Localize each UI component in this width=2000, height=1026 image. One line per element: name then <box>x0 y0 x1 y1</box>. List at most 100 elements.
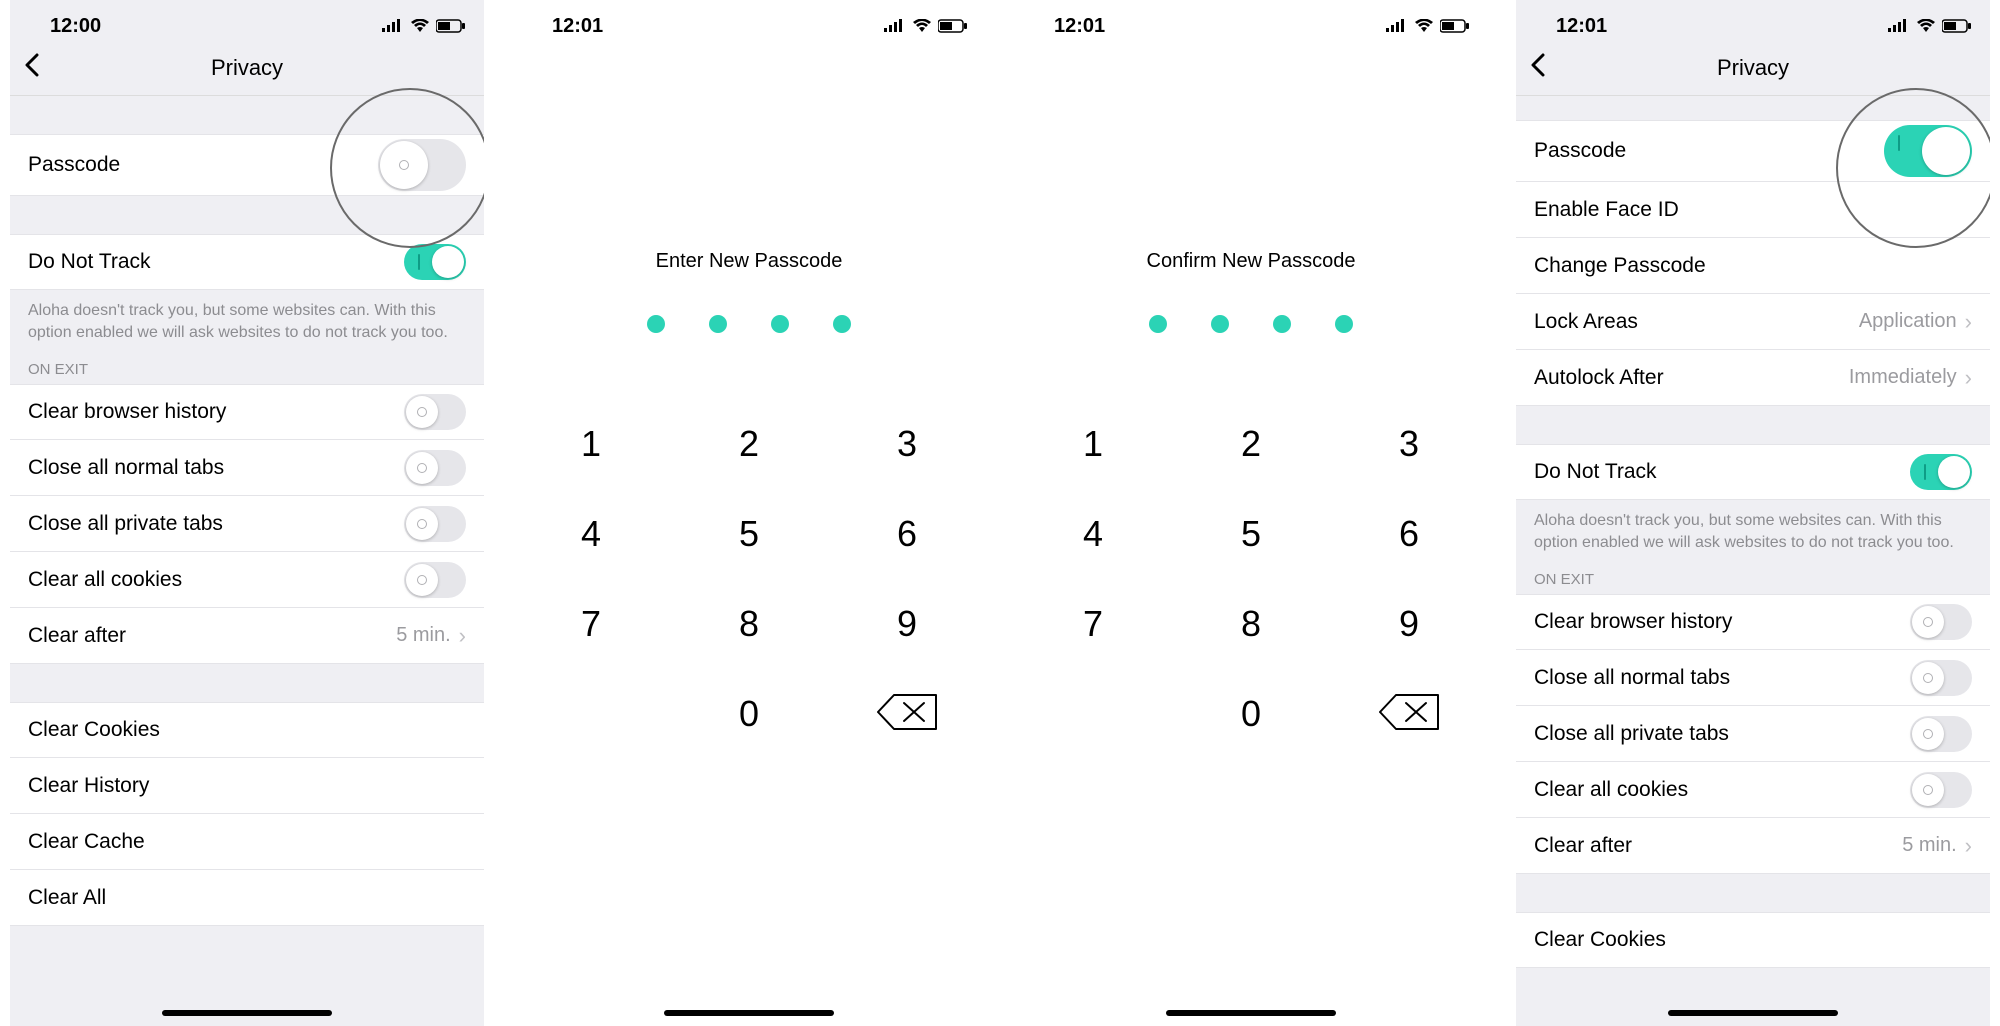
row-label: Clear Cookies <box>1534 928 1666 952</box>
phone-screen-1: 12:00 Privacy Passcode Do Not Track Aloh… <box>10 0 484 1026</box>
close-normal-toggle[interactable] <box>404 450 466 486</box>
key-5[interactable]: 5 <box>670 513 828 555</box>
key-3[interactable]: 3 <box>1330 423 1488 465</box>
cellular-icon <box>1888 19 1910 33</box>
key-2[interactable]: 2 <box>1172 423 1330 465</box>
close-normal-toggle[interactable] <box>1910 660 1972 696</box>
row-label: Clear after <box>28 624 126 648</box>
clear-after-row[interactable]: Clear after 5 min. › <box>10 608 484 664</box>
phone-screen-2: 12:01 Enter New Passcode 1 2 3 4 5 6 7 8… <box>512 0 986 1026</box>
key-0[interactable]: 0 <box>1172 693 1330 735</box>
chevron-right-icon: › <box>1965 309 1972 335</box>
passcode-toggle[interactable] <box>378 139 466 191</box>
close-private-toggle[interactable] <box>1910 716 1972 752</box>
row-label: Clear browser history <box>1534 610 1732 634</box>
dnt-row[interactable]: Do Not Track <box>1516 444 1990 500</box>
key-2[interactable]: 2 <box>670 423 828 465</box>
key-7[interactable]: 7 <box>512 603 670 645</box>
page-title: Privacy <box>211 55 283 81</box>
key-8[interactable]: 8 <box>670 603 828 645</box>
autolock-value: Immediately <box>1849 366 1957 389</box>
status-icons <box>1888 19 1972 33</box>
home-indicator[interactable] <box>162 1010 332 1016</box>
lock-areas-row[interactable]: Lock Areas Application › <box>1516 294 1990 350</box>
row-label: Lock Areas <box>1534 310 1638 334</box>
back-button[interactable] <box>1530 52 1546 84</box>
battery-icon <box>436 19 466 33</box>
dnt-toggle[interactable] <box>1910 454 1972 490</box>
phone-screen-3: 12:01 Confirm New Passcode 1 2 3 4 5 6 7… <box>1014 0 1488 1026</box>
key-1[interactable]: 1 <box>1014 423 1172 465</box>
clear-cookies-toggle[interactable] <box>1910 772 1972 808</box>
backspace-icon <box>828 693 986 731</box>
close-private-row[interactable]: Close all private tabs <box>1516 706 1990 762</box>
key-8[interactable]: 8 <box>1172 603 1330 645</box>
clear-history-toggle[interactable] <box>404 394 466 430</box>
key-4[interactable]: 4 <box>512 513 670 555</box>
home-indicator[interactable] <box>1166 1010 1336 1016</box>
home-indicator[interactable] <box>1668 1010 1838 1016</box>
status-bar: 12:01 <box>1014 0 1488 40</box>
key-5[interactable]: 5 <box>1172 513 1330 555</box>
chevron-right-icon: › <box>459 623 466 649</box>
key-9[interactable]: 9 <box>1330 603 1488 645</box>
row-label: Change Passcode <box>1534 254 1706 278</box>
clear-cookies-action[interactable]: Clear Cookies <box>10 702 484 758</box>
row-label: Clear Cookies <box>28 718 160 742</box>
wifi-icon <box>912 19 932 33</box>
enable-faceid-row[interactable]: Enable Face ID <box>1516 182 1990 238</box>
clear-history-toggle[interactable] <box>1910 604 1972 640</box>
status-time: 12:01 <box>1054 15 1105 38</box>
row-label: Clear browser history <box>28 400 226 424</box>
clear-cookies-toggle-row[interactable]: Clear all cookies <box>1516 762 1990 818</box>
key-9[interactable]: 9 <box>828 603 986 645</box>
passcode-prompt: Enter New Passcode <box>512 250 986 273</box>
passcode-toggle[interactable] <box>1884 125 1972 177</box>
clear-history-row[interactable]: Clear browser history <box>1516 594 1990 650</box>
clear-all-action[interactable]: Clear All <box>10 870 484 926</box>
close-private-row[interactable]: Close all private tabs <box>10 496 484 552</box>
clear-cache-action[interactable]: Clear Cache <box>10 814 484 870</box>
clear-cookies-action[interactable]: Clear Cookies <box>1516 912 1990 968</box>
dnt-row[interactable]: Do Not Track <box>10 234 484 290</box>
close-normal-row[interactable]: Close all normal tabs <box>1516 650 1990 706</box>
passcode-label: Passcode <box>1534 139 1626 163</box>
clear-cookies-toggle-row[interactable]: Clear all cookies <box>10 552 484 608</box>
key-4[interactable]: 4 <box>1014 513 1172 555</box>
keypad: 1 2 3 4 5 6 7 8 9 0 <box>512 423 986 735</box>
on-exit-header: ON EXIT <box>10 353 484 384</box>
dnt-toggle[interactable] <box>404 244 466 280</box>
key-6[interactable]: 6 <box>1330 513 1488 555</box>
dnt-footnote: Aloha doesn't track you, but some websit… <box>10 290 484 353</box>
passcode-dots <box>512 315 986 333</box>
clear-after-value: 5 min. <box>1902 834 1956 857</box>
dnt-label: Do Not Track <box>28 250 151 274</box>
nav-header: Privacy <box>10 40 484 96</box>
phone-screen-4: 12:01 Privacy Passcode Enable Face ID Ch… <box>1516 0 1990 1026</box>
key-0[interactable]: 0 <box>670 693 828 735</box>
passcode-row[interactable]: Passcode <box>10 134 484 196</box>
key-1[interactable]: 1 <box>512 423 670 465</box>
autolock-row[interactable]: Autolock After Immediately› <box>1516 350 1990 406</box>
lock-areas-value: Application <box>1859 310 1957 333</box>
key-delete[interactable] <box>828 693 986 735</box>
back-button[interactable] <box>24 52 40 84</box>
row-label: Clear All <box>28 886 106 910</box>
passcode-row[interactable]: Passcode <box>1516 120 1990 182</box>
clear-history-row[interactable]: Clear browser history <box>10 384 484 440</box>
close-private-toggle[interactable] <box>404 506 466 542</box>
battery-icon <box>938 19 968 33</box>
clear-after-row[interactable]: Clear after 5 min.› <box>1516 818 1990 874</box>
row-label: Close all private tabs <box>1534 722 1729 746</box>
home-indicator[interactable] <box>664 1010 834 1016</box>
key-3[interactable]: 3 <box>828 423 986 465</box>
clear-cookies-toggle[interactable] <box>404 562 466 598</box>
passcode-dots <box>1014 315 1488 333</box>
clear-history-action[interactable]: Clear History <box>10 758 484 814</box>
key-delete[interactable] <box>1330 693 1488 735</box>
change-passcode-row[interactable]: Change Passcode <box>1516 238 1990 294</box>
battery-icon <box>1440 19 1470 33</box>
key-7[interactable]: 7 <box>1014 603 1172 645</box>
key-6[interactable]: 6 <box>828 513 986 555</box>
close-normal-row[interactable]: Close all normal tabs <box>10 440 484 496</box>
